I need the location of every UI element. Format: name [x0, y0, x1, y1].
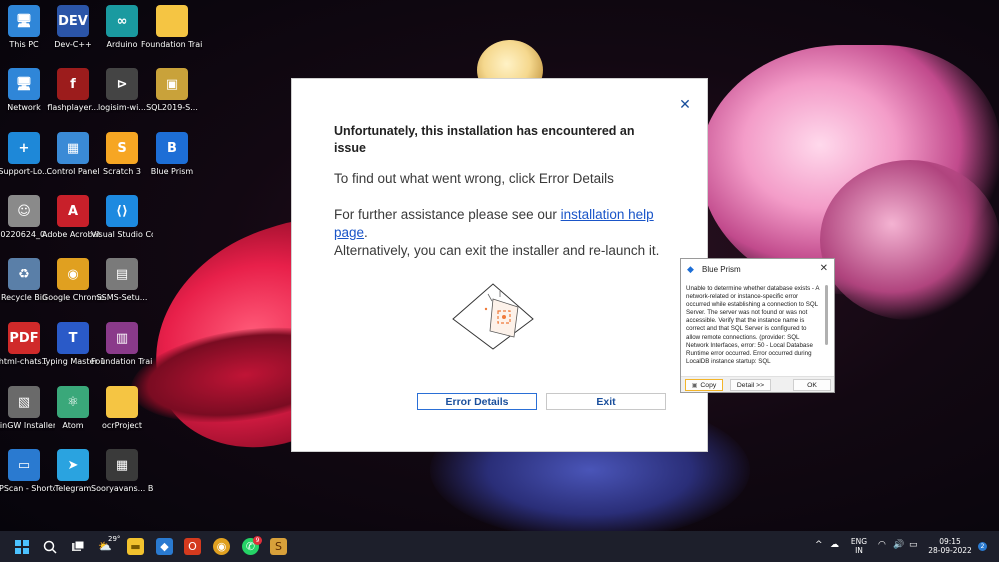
close-icon[interactable]: ✕ [820, 263, 828, 274]
desktop-app-icon: S [106, 132, 138, 164]
dialog-title: Unfortunately, this installation has enc… [334, 124, 635, 155]
region-code: IN [855, 546, 863, 555]
weather-temperature: 29° [108, 535, 121, 543]
desktop-icon[interactable]: ▦ Sooryavans... Blockbuster ... [91, 449, 153, 509]
blue-prism-error-dialog: ◆ Blue Prism ✕ Unable to determine wheth… [680, 258, 835, 393]
installer-dialog: ✕ Unfortunately, this installation has e… [291, 78, 708, 452]
language-code: ENG [850, 537, 868, 546]
desktop-icon[interactable]: ocrProject [92, 386, 152, 446]
dropbox-icon[interactable]: ◆ [156, 538, 173, 555]
desktop-app-icon [156, 5, 188, 37]
error-details-button[interactable]: Error Details [417, 393, 537, 410]
notification-count-badge[interactable]: 2 [978, 542, 987, 551]
desktop-icon-label: SSMS-Setu... [96, 293, 148, 302]
taskbar: ⛅ 29° ▬ ◆ O ◉ ✆ 9 S ^ ☁ ENG IN ◠ 🔊 ▭ 09:… [0, 531, 999, 562]
search-icon[interactable] [41, 538, 58, 555]
assistance-prefix: For further assistance please see our [334, 207, 561, 222]
close-icon[interactable]: ✕ [677, 97, 693, 113]
battery-icon[interactable]: ▭ [909, 541, 918, 550]
desktop-app-icon: B [156, 132, 188, 164]
desktop-app-icon: ▦ [57, 132, 89, 164]
desktop-app-icon: ▧ [8, 386, 40, 418]
clock-time: 09:15 [939, 537, 961, 546]
file-explorer-icon[interactable]: ▬ [127, 538, 144, 555]
volume-icon[interactable]: 🔊 [893, 541, 904, 550]
desktop-icon[interactable]: ▤ SSMS-Setu... [92, 258, 152, 318]
wallpaper-blob-pink-lower [820, 160, 999, 320]
tray-overflow-chevron-icon[interactable]: ^ [815, 541, 823, 550]
desktop-app-icon: + [8, 132, 40, 164]
desktop-icon[interactable]: ▣ SQL2019-S... [142, 68, 202, 128]
desktop-app-icon: DEV [57, 5, 89, 37]
desktop-app-icon: PDF [8, 322, 40, 354]
desktop-icon-label: Sooryavans... Blockbuster ... [91, 484, 153, 493]
desktop-app-icon: ▤ [106, 258, 138, 290]
desktop-icon-label: Foundation Training -... [91, 357, 153, 366]
error-dialog-title: Blue Prism [702, 264, 741, 274]
desktop-app-icon: A [57, 195, 89, 227]
desktop-app-icon: ▦ [106, 449, 138, 481]
copy-label: Copy [700, 381, 717, 389]
desktop-app-icon: ⚛ [57, 386, 89, 418]
desktop-app-icon: ⊳ [106, 68, 138, 100]
assistance-suffix: . [364, 225, 368, 240]
clock[interactable]: 09:15 28-09-2022 [925, 537, 975, 555]
assistance-text: For further assistance please see our in… [334, 206, 664, 260]
desktop-app-icon: ▥ [106, 322, 138, 354]
desktop-app-icon: ∞ [106, 5, 138, 37]
desktop-icon[interactable]: ⟨⟩ Visual Studio Code [91, 195, 153, 255]
whatsapp-unread-badge: 9 [253, 536, 262, 545]
desktop-app-icon: f [57, 68, 89, 100]
task-view-icon[interactable] [69, 538, 86, 555]
blue-prism-logo-icon: ◆ [687, 263, 694, 274]
desktop-icon[interactable]: ▥ Foundation Training -... [91, 322, 153, 382]
desktop-app-icon: ▣ [156, 68, 188, 100]
desktop-app-icon: 🖥 [8, 5, 40, 37]
desktop-app-icon: T [57, 322, 89, 354]
desktop-icon[interactable]: B Blue Prism [142, 132, 202, 192]
copy-button[interactable]: ▣ Copy [685, 379, 723, 391]
desktop-app-icon: ⟨⟩ [106, 195, 138, 227]
desktop-app-icon: ♻ [8, 258, 40, 290]
desktop-icon-label: SQL2019-S... [146, 103, 198, 112]
exit-button[interactable]: Exit [546, 393, 666, 410]
desktop-icon[interactable]: Foundation Training -... [141, 5, 203, 65]
desktop-app-icon: 🖥 [8, 68, 40, 100]
desktop-app-icon: ▭ [8, 449, 40, 481]
desktop-icon-label: Blue Prism [150, 167, 194, 176]
ok-button[interactable]: OK [793, 379, 831, 391]
desktop-icon-label: Visual Studio Code [91, 230, 153, 239]
copy-icon: ▣ [691, 382, 698, 389]
error-details-hint: To find out what went wrong, click Error… [334, 171, 614, 186]
language-indicator[interactable]: ENG IN [846, 537, 872, 555]
start-windows-icon[interactable] [13, 538, 30, 555]
office-icon[interactable]: O [184, 538, 201, 555]
desktop-icon-label: ocrProject [102, 421, 142, 430]
error-message: Unable to determine whether database exi… [686, 285, 820, 365]
desktop-app-icon: ◉ [57, 258, 89, 290]
broken-box-illustration-icon [452, 283, 534, 350]
desktop-app-icon [106, 386, 138, 418]
alternative-text: Alternatively, you can exit the installe… [334, 243, 660, 258]
desktop-app-icon: ☺ [8, 195, 40, 227]
error-dialog-header: ◆ Blue Prism ✕ [681, 259, 834, 279]
message-scrollbar[interactable] [825, 285, 828, 345]
clock-date: 28-09-2022 [928, 546, 972, 555]
wifi-icon[interactable]: ◠ [878, 541, 886, 550]
detail-button[interactable]: Detail >> [730, 379, 771, 391]
chrome-icon[interactable]: ◉ [213, 538, 230, 555]
desktop-icon-label: Foundation Training -... [141, 40, 203, 49]
sublime-text-icon[interactable]: S [270, 538, 287, 555]
cloud-sync-icon[interactable]: ☁ [830, 541, 839, 550]
error-dialog-footer: ▣ Copy Detail >> OK [681, 376, 834, 392]
desktop-app-icon: ➤ [57, 449, 89, 481]
